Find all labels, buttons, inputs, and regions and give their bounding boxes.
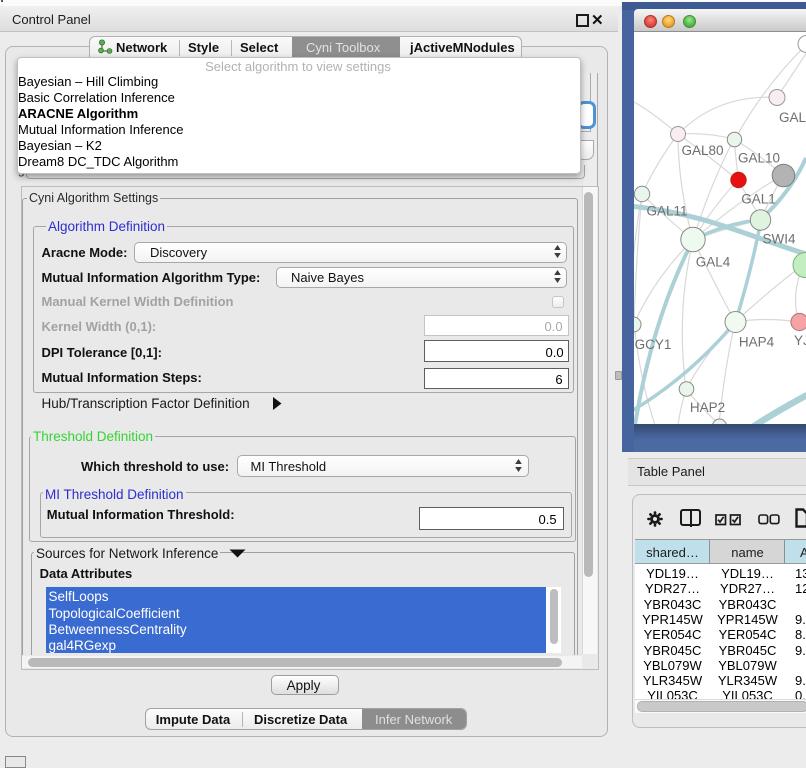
- svg-text:GAL10: GAL10: [738, 151, 780, 166]
- svg-text:GAL1: GAL1: [741, 192, 776, 207]
- svg-text:GAL7: GAL7: [779, 110, 806, 125]
- svg-text:GCY1: GCY1: [635, 337, 672, 352]
- svg-text:GAL4: GAL4: [696, 255, 731, 270]
- svg-text:HAP4: HAP4: [739, 335, 775, 350]
- svg-text:YJL0: YJL0: [794, 333, 806, 348]
- svg-text:SWI4: SWI4: [762, 232, 795, 247]
- svg-text:HAP2: HAP2: [690, 400, 725, 415]
- svg-text:GAL80: GAL80: [681, 143, 723, 158]
- svg-text:GAL11: GAL11: [646, 204, 687, 219]
